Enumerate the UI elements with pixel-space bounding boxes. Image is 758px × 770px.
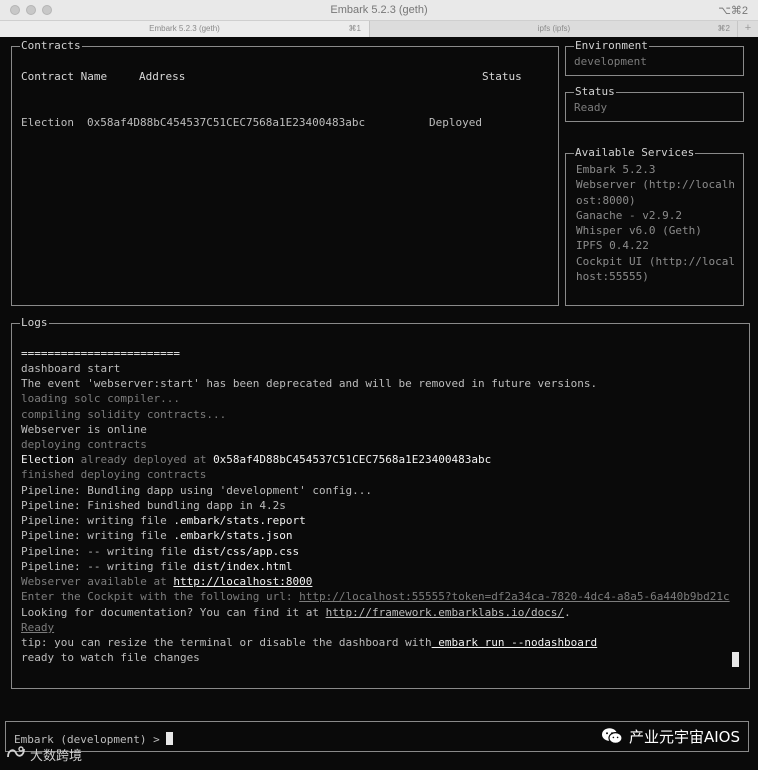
- log-line: Webserver available at http://localhost:…: [21, 574, 312, 589]
- webserver-link[interactable]: http://localhost:8000: [173, 575, 312, 588]
- header-contract-name: Contract Name: [21, 70, 108, 83]
- list-item: IPFS 0.4.22: [576, 239, 649, 253]
- log-line: ready to watch file changes: [21, 651, 200, 664]
- log-file: dist/css/app.css: [193, 545, 300, 558]
- logs-title: Logs: [20, 316, 49, 330]
- contracts-panel: Contracts Contract Name Address Status E…: [11, 39, 559, 306]
- window-title: Embark 5.2.3 (geth): [330, 4, 428, 16]
- window-shortcut: ⌥⌘2: [718, 5, 748, 17]
- contract-name-cell: Election: [21, 116, 74, 129]
- log-line: finished deploying contracts: [21, 468, 207, 481]
- log-line: Looking for documentation? You can find …: [21, 605, 571, 620]
- log-line: ========================: [21, 347, 180, 360]
- log-text: Pipeline: writing file: [21, 514, 174, 527]
- log-text: Webserver available at: [21, 575, 174, 588]
- services-list: Embark 5.2.3 Webserver (http://localh os…: [576, 162, 744, 284]
- log-text: Pipeline: writing file: [21, 529, 174, 542]
- list-item: Ganache - v2.9.2: [576, 208, 682, 222]
- log-line: Webserver is online: [21, 423, 147, 436]
- tab-shortcut: ⌘2: [717, 24, 730, 33]
- services-panel: Available Services Embark 5.2.3 Webserve…: [565, 146, 744, 306]
- log-text: already deployed at: [73, 453, 214, 466]
- docs-link[interactable]: http://framework.embarklabs.io/docs/: [326, 606, 564, 619]
- log-line: deploying contracts: [21, 438, 147, 451]
- watermark-left-text: 大数跨境: [30, 749, 83, 764]
- log-line: tip: you can resize the terminal or disa…: [21, 635, 597, 650]
- environment-title: Environment: [574, 39, 649, 53]
- log-address: 0x58af4D88bC454537C51CEC7568a1E23400483a…: [213, 453, 492, 466]
- log-line: The event 'webserver:start' has been dep…: [21, 377, 598, 390]
- log-line: Pipeline: -- writing file dist/css/app.c…: [21, 544, 299, 559]
- tab-ipfs[interactable]: ipfs (ipfs) ⌘2: [370, 21, 738, 37]
- log-line: Pipeline: Bundling dapp using 'developme…: [21, 484, 372, 497]
- list-item: Embark 5.2.3: [576, 163, 656, 176]
- contracts-title: Contracts: [20, 39, 82, 53]
- services-title: Available Services: [574, 146, 696, 160]
- environment-value: development: [574, 55, 647, 68]
- log-text: Looking for documentation? You can find …: [21, 606, 326, 619]
- wechat-icon: [601, 727, 623, 745]
- log-file: dist/index.html: [193, 560, 293, 573]
- watermark-right: 产业元宇宙AIOS: [601, 723, 740, 749]
- log-text: .: [564, 606, 571, 619]
- log-line: loading solc compiler...: [21, 392, 180, 405]
- watermark-left: 大数跨境: [6, 745, 82, 764]
- list-item: host:55555): [576, 270, 649, 284]
- brand-logo-icon: [6, 745, 26, 764]
- log-command: embark run --nodashboard: [431, 636, 598, 649]
- log-line: dashboard start: [21, 362, 121, 375]
- tab-shortcut: ⌘1: [348, 24, 361, 33]
- log-text: Enter the Cockpit with the following url…: [21, 590, 300, 603]
- status-value: Ready: [574, 101, 608, 114]
- log-file: .embark/stats.report: [173, 514, 306, 527]
- list-item: Cockpit UI (http://local: [576, 254, 735, 268]
- command-prompt[interactable]: Embark (development) >: [14, 732, 174, 746]
- contract-status-cell: Deployed: [429, 116, 482, 129]
- log-line: compiling solidity contracts...: [21, 408, 227, 421]
- status-panel: Status Ready: [565, 85, 744, 122]
- log-file: .embark/stats.json: [173, 529, 293, 542]
- header-status: Status: [482, 70, 522, 83]
- text-cursor: [166, 732, 174, 745]
- watermark-right-text: 产业元宇宙AIOS: [628, 727, 740, 746]
- header-address: Address: [139, 70, 186, 83]
- tab-embark[interactable]: Embark 5.2.3 (geth) ⌘1: [0, 21, 370, 37]
- list-item: Whisper v6.0 (Geth): [576, 224, 702, 238]
- log-line: Pipeline: writing file .embark/stats.rep…: [21, 513, 306, 528]
- new-tab-button[interactable]: +: [737, 21, 758, 37]
- list-item: Webserver (http://localh: [576, 178, 735, 192]
- status-title: Status: [574, 85, 616, 99]
- log-line: Pipeline: Finished bundling dapp in 4.2s: [21, 499, 286, 512]
- log-text: Pipeline: -- writing file: [21, 560, 194, 573]
- window-titlebar: Embark 5.2.3 (geth) ⌥⌘2: [0, 0, 758, 21]
- log-text: Pipeline: -- writing file: [21, 545, 194, 558]
- environment-panel: Environment development: [565, 39, 744, 76]
- list-item: ost:8000): [576, 193, 636, 207]
- log-text: tip: you can resize the terminal or disa…: [21, 636, 432, 649]
- log-line: Enter the Cockpit with the following url…: [21, 589, 730, 604]
- log-contract-name: Election: [21, 453, 74, 466]
- log-line: Pipeline: -- writing file dist/index.htm…: [21, 559, 293, 574]
- logs-panel[interactable]: Logs ======================== dashboard …: [11, 316, 750, 689]
- tab-bar: Embark 5.2.3 (geth) ⌘1 ipfs (ipfs) ⌘2 +: [0, 21, 758, 38]
- tab-label: ipfs (ipfs): [537, 24, 571, 33]
- cockpit-link[interactable]: http://localhost:55555?token=df2a34ca-78…: [299, 590, 729, 603]
- tab-label: Embark 5.2.3 (geth): [149, 24, 220, 33]
- log-line: Election already deployed at 0x58af4D88b…: [21, 452, 491, 467]
- log-line: Pipeline: writing file .embark/stats.jso…: [21, 528, 293, 543]
- log-line-ready: Ready: [21, 621, 55, 634]
- scroll-cursor: [732, 652, 739, 667]
- contract-address-cell: 0x58af4D88bC454537C51CEC7568a1E23400483a…: [87, 116, 366, 129]
- terminal-area[interactable]: Contracts Contract Name Address Status E…: [0, 37, 758, 770]
